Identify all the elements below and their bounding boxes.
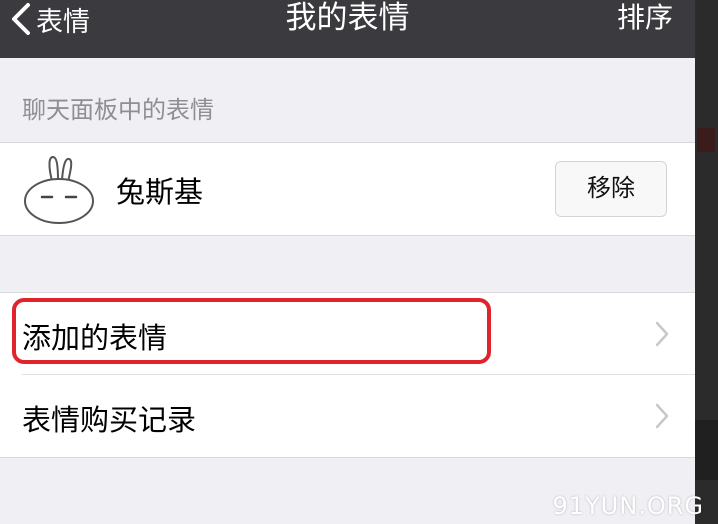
remove-button[interactable]: 移除 [555,161,667,217]
chevron-right-icon [655,403,669,429]
highlight-box [12,298,491,364]
menu-item-label: 表情购买记录 [22,403,197,437]
background-fragment [697,128,715,152]
sticker-avatar [22,151,96,225]
sticker-list: 兔斯基 移除 [0,142,695,236]
background-fragment [695,420,718,480]
chevron-right-icon [655,321,669,347]
section-header: 聊天面板中的表情 [22,96,214,124]
phone-screen: 表情 我的表情 排序 聊天面板中的表情 兔斯基 移除 添加的表情 表情购买记录 [0,0,695,524]
background-edge [695,0,718,524]
sticker-name: 兔斯基 [116,175,204,209]
menu-item-purchase-history[interactable]: 表情购买记录 [0,375,695,457]
watermark: 91YUN.ORG [552,492,704,520]
sort-button[interactable]: 排序 [617,0,673,38]
bunny-icon [24,155,94,224]
navigation-bar: 表情 我的表情 排序 [0,0,695,58]
page-title: 我的表情 [285,0,410,36]
